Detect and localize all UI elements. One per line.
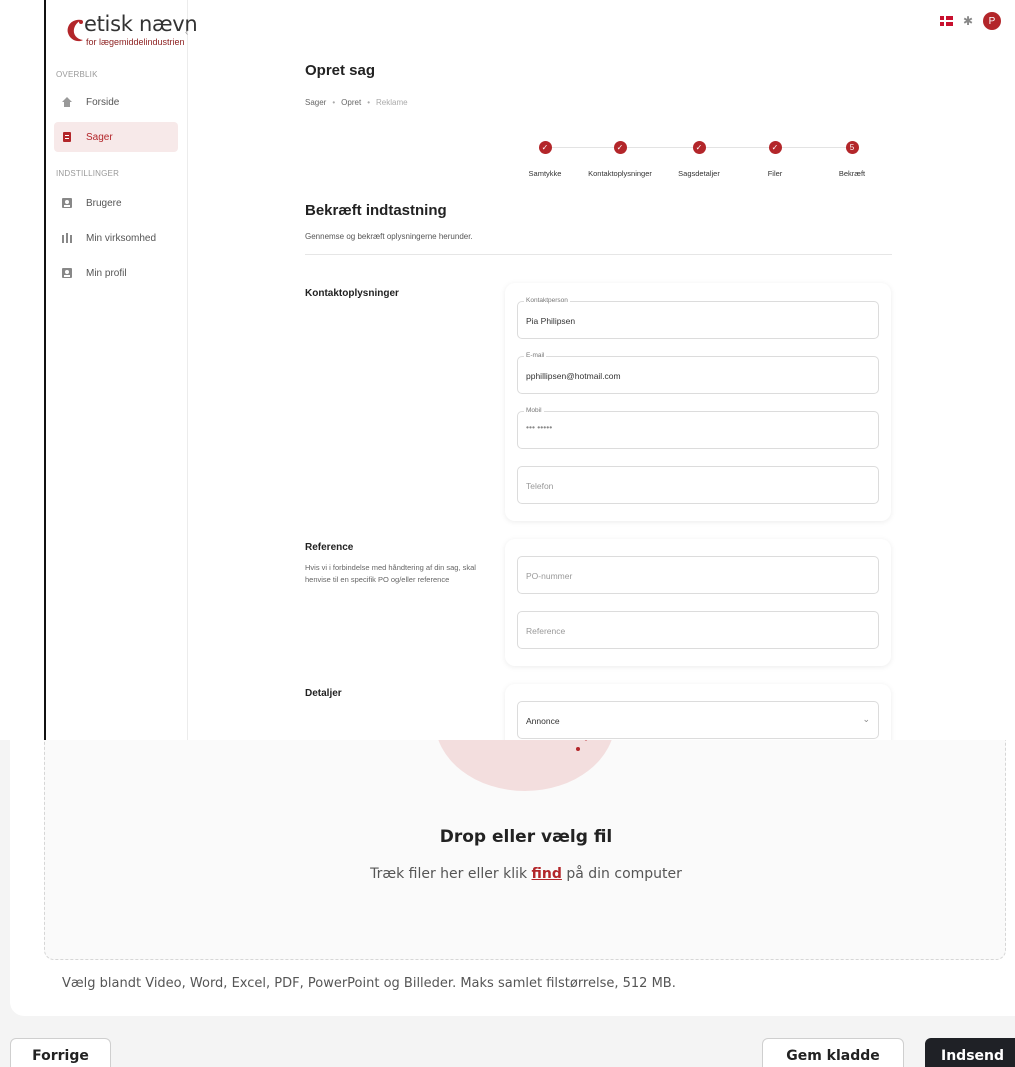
collapse-sidebar-icon[interactable]: ‹ <box>185 27 188 38</box>
email-field[interactable]: E-mail pphillipsen@hotmail.com <box>517 352 879 394</box>
section-description-reference: Hvis vi i forbindelse med håndtering af … <box>305 563 476 584</box>
section-title-contact: Kontaktoplysninger <box>305 288 399 299</box>
section-label-indstillinger: INDSTILLINGER <box>56 169 120 178</box>
upload-illustration-icon <box>438 740 612 791</box>
breadcrumb-opret[interactable]: Opret <box>341 98 361 107</box>
save-draft-button[interactable]: Gem kladde <box>762 1038 904 1067</box>
contact-card: Kontaktperson Pia Philipsen E-mail pphil… <box>505 283 891 521</box>
breadcrumb: Sager • Opret • Reklame <box>305 98 408 107</box>
dropzone-subtitle: Træk filer her eller klik find på din co… <box>45 866 1007 882</box>
home-icon <box>60 95 74 109</box>
sidebar: etisk nævn for lægemiddelindustrien ‹ OV… <box>46 0 198 740</box>
sidebar-item-brugere[interactable]: Brugere <box>54 188 178 218</box>
sidebar-item-label: Min virksomhed <box>86 232 157 244</box>
divider <box>305 254 892 255</box>
field-label: Kontaktperson <box>524 297 570 304</box>
breadcrumb-sager[interactable]: Sager <box>305 98 326 107</box>
mobile-field[interactable]: Mobil ••• ••••• <box>517 407 879 449</box>
dropzone-text: Træk filer her eller klik <box>370 866 532 882</box>
confirm-title: Bekræft indtastning <box>305 202 447 219</box>
field-value: Pia Philipsen <box>526 316 576 326</box>
sidebar-item-label: Min profil <box>86 267 127 279</box>
brand-subtitle: for lægemiddelindustrien <box>86 37 185 47</box>
sidebar-item-min-profil[interactable]: Min profil <box>54 258 178 288</box>
step-label: Bekræft <box>838 169 866 178</box>
avatar[interactable]: P <box>983 12 1001 30</box>
reference-field[interactable]: Reference <box>517 611 879 649</box>
field-label: E-mail <box>524 352 547 359</box>
file-dropzone[interactable]: Drop eller vælg fil Træk filer her eller… <box>44 740 1006 960</box>
field-value: ••• ••••• <box>526 422 553 432</box>
stepper: ✓ Samtykke ✓ Kontaktoplysninger ✓ Sagsde… <box>500 138 900 188</box>
breadcrumb-reklame: Reklame <box>376 98 408 107</box>
chevron-down-icon: ⌄ <box>862 714 870 724</box>
details-card: Annonce ⌄ <box>505 684 891 740</box>
check-icon: ✓ <box>538 141 552 154</box>
sidebar-item-label: Forside <box>86 96 120 108</box>
find-link[interactable]: find <box>532 866 562 882</box>
reference-card: PO-nummer Reference <box>505 539 891 666</box>
type-select[interactable]: Annonce ⌄ <box>517 701 879 739</box>
sidebar-item-label: Sager <box>86 131 113 143</box>
field-placeholder: PO-nummer <box>526 571 573 581</box>
dropzone-text: på din computer <box>561 866 682 882</box>
breadcrumb-separator: • <box>332 98 336 107</box>
po-number-field[interactable]: PO-nummer <box>517 556 879 594</box>
section-label-overblik: OVERBLIK <box>56 70 98 79</box>
dropzone-title: Drop eller vælg fil <box>439 827 613 847</box>
field-label: Mobil <box>524 407 544 414</box>
document-icon <box>60 130 74 144</box>
section-title-reference: Reference <box>305 542 354 553</box>
previous-button[interactable]: Forrige <box>10 1038 111 1067</box>
select-value: Annonce <box>526 716 560 726</box>
step-bekraeft[interactable]: 5 Bekræft <box>807 138 897 178</box>
confirm-subtitle: Gennemse og bekræft oplysningerne herund… <box>305 232 473 241</box>
check-icon: ✓ <box>768 141 782 154</box>
upload-panel: Drop eller vælg fil Træk filer her eller… <box>0 740 1015 1067</box>
field-value: pphillipsen@hotmail.com <box>526 371 621 381</box>
file-type-note: Vælg blandt Video, Word, Excel, PDF, Pow… <box>62 976 676 991</box>
upload-card: Drop eller vælg fil Træk filer her eller… <box>10 740 1015 1016</box>
phone-field[interactable]: Telefon <box>517 466 879 504</box>
danish-flag-icon[interactable] <box>939 16 953 26</box>
contact-person-field[interactable]: Kontaktperson Pia Philipsen <box>517 297 879 339</box>
top-bar: ✱ P <box>939 12 1001 30</box>
check-icon: ✓ <box>692 141 706 154</box>
step-label: Kontaktoplysninger <box>588 169 652 178</box>
logo-mark-icon <box>67 19 83 42</box>
sidebar-item-sager[interactable]: Sager <box>54 122 178 152</box>
profile-icon <box>60 266 74 280</box>
step-kontaktoplysninger[interactable]: ✓ Kontaktoplysninger <box>575 138 665 178</box>
page-title: Opret sag <box>305 62 376 79</box>
submit-button[interactable]: Indsend <box>925 1038 1015 1067</box>
gear-icon[interactable]: ✱ <box>963 14 973 28</box>
section-title-details: Detaljer <box>305 688 342 699</box>
brand-name: etisk nævn <box>84 12 198 36</box>
sidebar-item-forside[interactable]: Forside <box>54 87 178 117</box>
brand-logo[interactable]: etisk nævn for lægemiddelindustrien <box>64 10 198 48</box>
user-icon <box>60 196 74 210</box>
step-number: 5 <box>845 141 859 154</box>
field-placeholder: Reference <box>526 626 566 636</box>
check-icon: ✓ <box>613 141 627 154</box>
app-window: etisk nævn for lægemiddelindustrien ‹ OV… <box>0 0 1015 740</box>
field-placeholder: Telefon <box>526 481 554 491</box>
sidebar-item-min-virksomhed[interactable]: Min virksomhed <box>54 223 178 253</box>
building-icon <box>60 231 74 245</box>
sidebar-item-label: Brugere <box>86 197 122 209</box>
breadcrumb-separator: • <box>367 98 370 107</box>
